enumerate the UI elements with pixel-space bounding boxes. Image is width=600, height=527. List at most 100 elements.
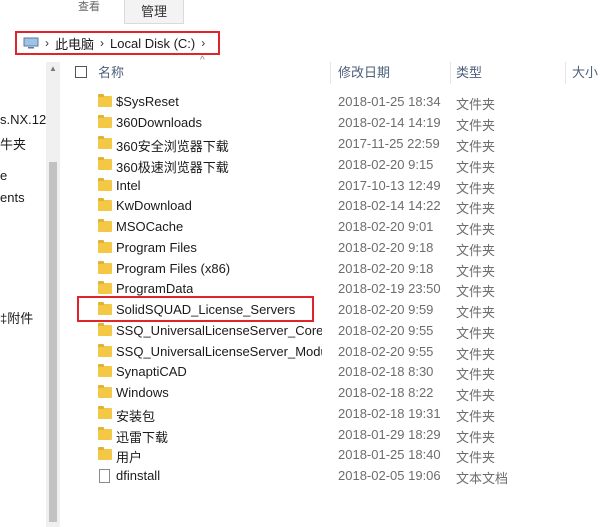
file-type: 文件夹: [456, 222, 496, 237]
file-name: Program Files: [116, 240, 197, 255]
file-name: 360安全浏览器下载: [116, 139, 229, 154]
nav-item[interactable]: ents: [0, 190, 25, 205]
scrollbar-thumb[interactable]: [49, 162, 57, 522]
file-date: 2018-02-18 19:31: [338, 406, 441, 421]
list-item[interactable]: $SysReset 2018-01-25 18:34 文件夹: [60, 92, 600, 112]
list-item[interactable]: 用户 2018-01-25 18:40 文件夹: [60, 445, 600, 465]
select-all-checkbox[interactable]: [75, 66, 87, 78]
file-name: 迅雷下载: [116, 430, 169, 445]
file-name: $SysReset: [116, 94, 179, 109]
file-date: 2018-02-05 19:06: [338, 468, 441, 483]
list-item[interactable]: Program Files (x86) 2018-02-20 9:18 文件夹: [60, 259, 600, 279]
list-item[interactable]: SSQ_UniversalLicenseServer_Modu... 2018-0…: [60, 342, 600, 362]
folder-icon: [98, 94, 112, 107]
file-name: KwDownload: [116, 198, 192, 213]
file-date: 2018-02-20 9:59: [338, 302, 434, 317]
list-item[interactable]: SynaptiCAD 2018-02-18 8:30 文件夹: [60, 362, 600, 382]
file-date: 2018-02-20 9:55: [338, 323, 434, 338]
navigation-pane: s.NX.12. 牛夹 e ents ‡附件: [0, 62, 52, 527]
nav-item[interactable]: e: [0, 168, 7, 183]
computer-icon: [23, 37, 39, 49]
file-name: SynaptiCAD: [116, 364, 187, 379]
file-name: SolidSQUAD_License_Servers: [116, 302, 296, 317]
scroll-up-icon[interactable]: ▲: [49, 64, 57, 73]
folder-icon: [98, 427, 112, 440]
file-name: 安装包: [116, 409, 156, 424]
address-bar[interactable]: › 此电脑 › Local Disk (C:) ›: [15, 31, 220, 55]
breadcrumb-separator[interactable]: ›: [45, 36, 49, 50]
folder-icon: [98, 406, 112, 419]
file-date: 2018-02-20 9:15: [338, 157, 434, 172]
column-header-size[interactable]: 大小: [572, 62, 598, 84]
file-name: 用户: [116, 450, 143, 465]
list-item[interactable]: Program Files 2018-02-20 9:18 文件夹: [60, 238, 600, 258]
file-name: Windows: [116, 385, 169, 400]
file-type: 文件夹: [456, 118, 496, 133]
folder-icon: [98, 261, 112, 274]
column-header-date[interactable]: 修改日期: [338, 62, 390, 84]
column-divider[interactable]: [330, 62, 331, 84]
file-date: 2018-02-20 9:55: [338, 344, 434, 359]
file-name: Program Files (x86): [116, 261, 231, 276]
list-item[interactable]: Windows 2018-02-18 8:22 文件夹: [60, 383, 600, 403]
file-type: 文本文档: [456, 471, 509, 486]
list-item[interactable]: MSOCache 2018-02-20 9:01 文件夹: [60, 217, 600, 237]
list-item[interactable]: 迅雷下载 2018-01-29 18:29 文件夹: [60, 425, 600, 445]
breadcrumb-this-pc[interactable]: 此电脑: [55, 34, 94, 53]
list-item[interactable]: KwDownload 2018-02-14 14:22 文件夹: [60, 196, 600, 216]
file-date: 2018-02-18 8:30: [338, 364, 434, 379]
folder-icon: [98, 136, 112, 149]
nav-item[interactable]: s.NX.12.: [0, 112, 50, 127]
file-name: Intel: [116, 178, 141, 193]
file-type: 文件夹: [456, 326, 496, 341]
folder-icon: [98, 115, 112, 128]
column-divider[interactable]: [450, 62, 451, 84]
breadcrumb-chevron-icon[interactable]: ›: [201, 36, 205, 50]
file-name: dfinstall: [116, 468, 161, 483]
text-file-icon: [99, 469, 110, 483]
file-type: 文件夹: [456, 450, 496, 465]
file-type: 文件夹: [456, 264, 496, 279]
breadcrumb-separator[interactable]: ›: [100, 36, 104, 50]
list-item[interactable]: 360极速浏览器下载 2018-02-20 9:15 文件夹: [60, 155, 600, 175]
file-type: 文件夹: [456, 201, 496, 216]
folder-icon: [98, 447, 112, 460]
file-type: 文件夹: [456, 388, 496, 403]
file-name: SSQ_UniversalLicenseServer_Core_...: [116, 323, 322, 338]
column-header-type[interactable]: 类型: [456, 62, 482, 84]
tab-view[interactable]: 查看: [78, 0, 100, 14]
list-item[interactable]: 360Downloads 2018-02-14 14:19 文件夹: [60, 113, 600, 133]
file-type: 文件夹: [456, 181, 496, 196]
file-date: 2018-02-20 9:18: [338, 240, 434, 255]
file-type: 文件夹: [456, 347, 496, 362]
folder-icon: [98, 240, 112, 253]
file-date: 2018-01-29 18:29: [338, 427, 441, 442]
list-item[interactable]: dfinstall 2018-02-05 19:06 文本文档: [60, 466, 600, 486]
list-item[interactable]: 360安全浏览器下载 2017-11-25 22:59 文件夹: [60, 134, 600, 154]
list-item[interactable]: SSQ_UniversalLicenseServer_Core_... 2018-…: [60, 321, 600, 341]
breadcrumb-local-disk[interactable]: Local Disk (C:): [110, 36, 195, 51]
column-divider[interactable]: [565, 62, 566, 84]
folder-icon: [98, 302, 112, 315]
file-type: 文件夹: [456, 243, 496, 258]
list-item[interactable]: ProgramData 2018-02-19 23:50 文件夹: [60, 279, 600, 299]
file-type: 文件夹: [456, 430, 496, 445]
file-name: SSQ_UniversalLicenseServer_Modu...: [116, 344, 322, 359]
column-header-name[interactable]: 名称: [98, 62, 124, 84]
folder-icon: [98, 281, 112, 294]
file-name: 360极速浏览器下载: [116, 160, 229, 175]
file-date: 2018-01-25 18:34: [338, 94, 441, 109]
list-item[interactable]: SolidSQUAD_License_Servers 2018-02-20 9:5…: [60, 300, 600, 320]
list-item[interactable]: 安装包 2018-02-18 19:31 文件夹: [60, 404, 600, 424]
nav-item[interactable]: ‡附件: [0, 308, 33, 327]
folder-icon: [98, 385, 112, 398]
folder-icon: [98, 198, 112, 211]
file-type: 文件夹: [456, 367, 496, 382]
nav-item[interactable]: 牛夹: [0, 134, 26, 153]
file-type: 文件夹: [456, 139, 496, 154]
list-item[interactable]: Intel 2017-10-13 12:49 文件夹: [60, 176, 600, 196]
file-date: 2018-02-18 8:22: [338, 385, 434, 400]
file-type: 文件夹: [456, 97, 496, 112]
nav-scrollbar[interactable]: ▲: [46, 62, 60, 527]
tab-manage[interactable]: 管理: [124, 0, 184, 24]
